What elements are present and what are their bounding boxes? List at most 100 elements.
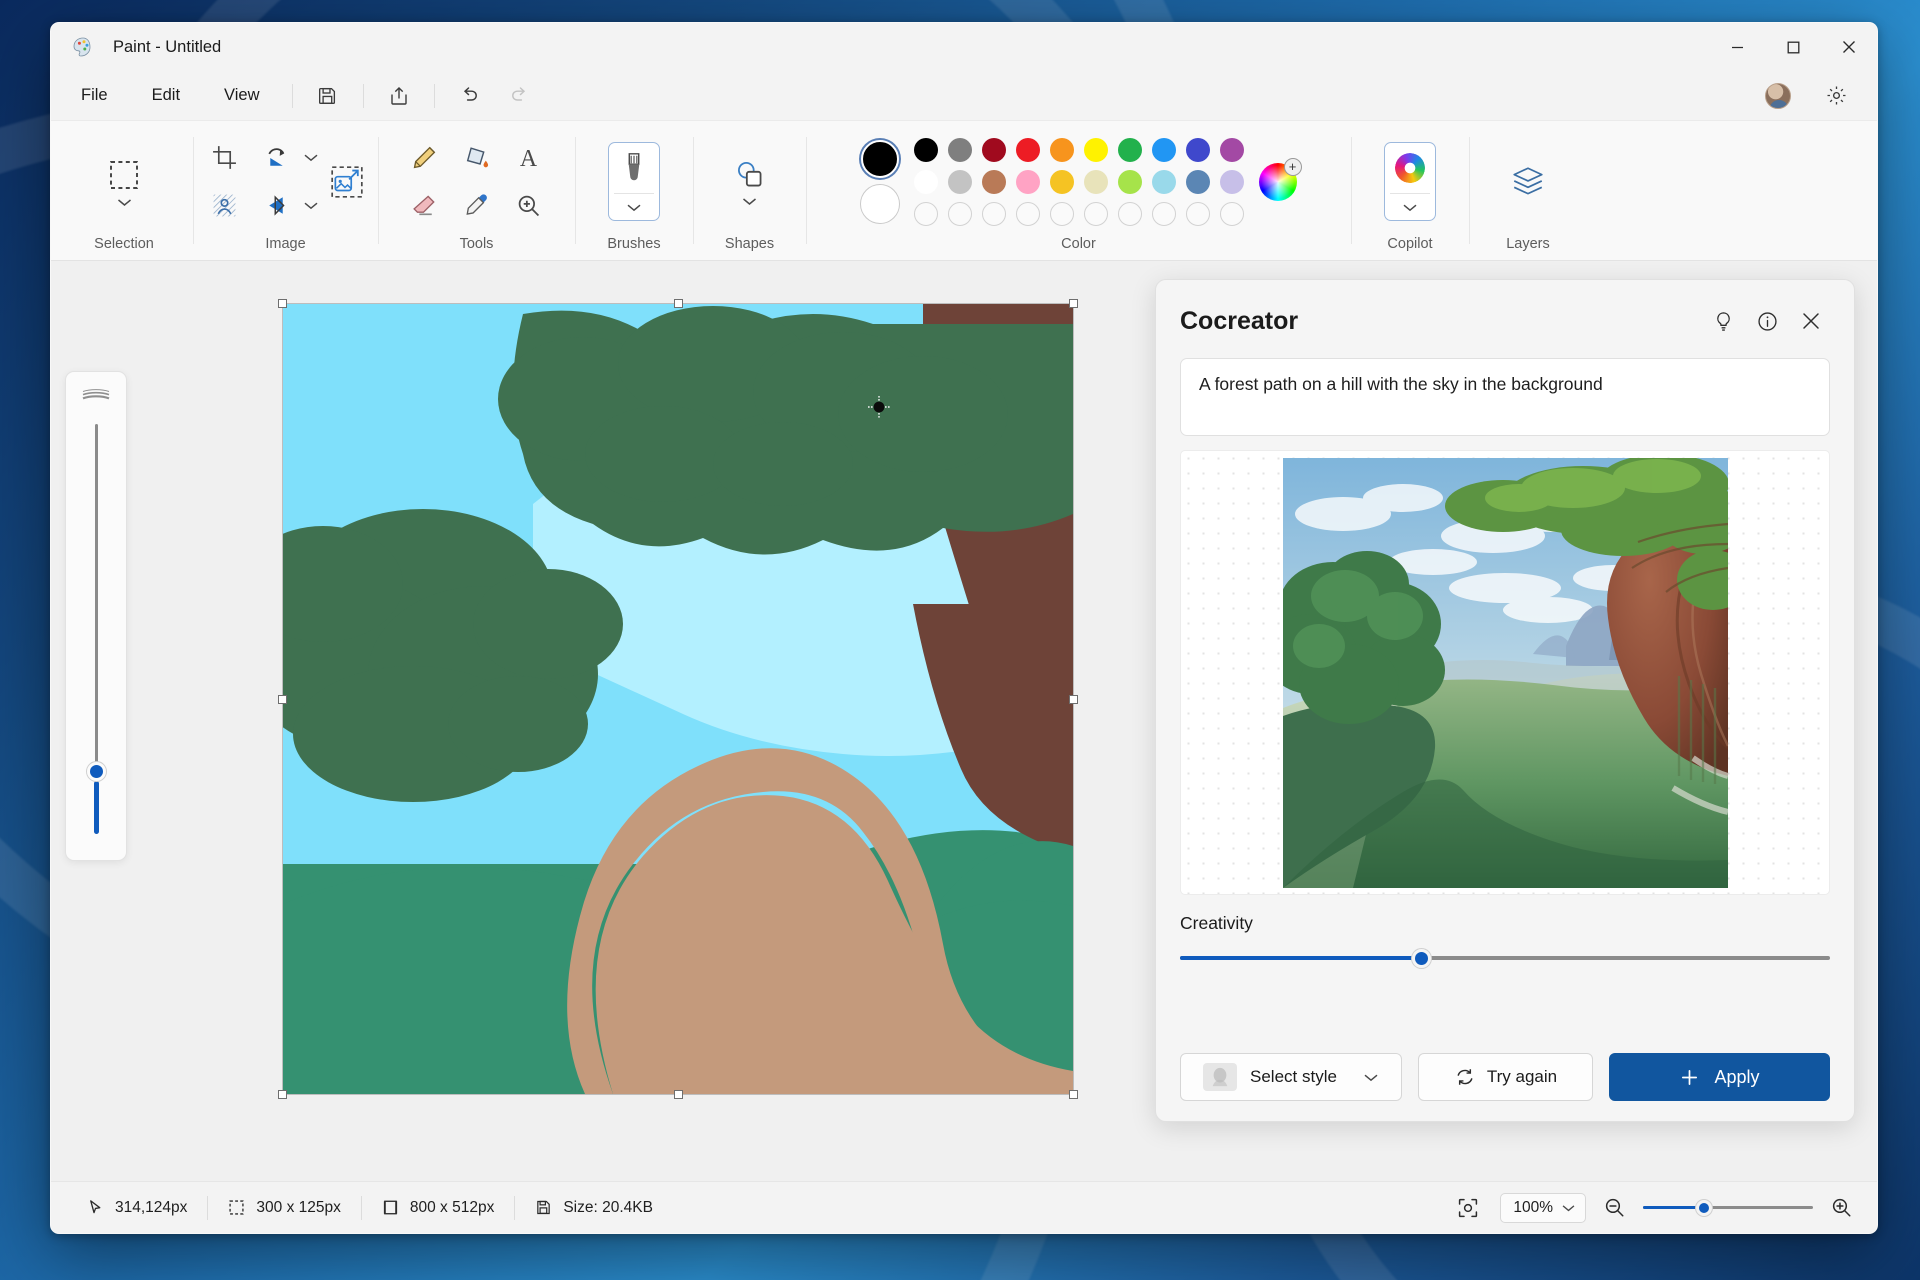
pencil-icon[interactable] (401, 135, 449, 181)
zoom-out-icon[interactable] (1599, 1192, 1630, 1223)
color-swatch-r2-c2[interactable] (947, 169, 972, 194)
drawing-canvas[interactable] (282, 303, 1074, 1095)
color-swatch-r2-c9[interactable] (1185, 169, 1210, 194)
prompt-input[interactable] (1180, 358, 1830, 436)
zoom-slider[interactable] (1643, 1199, 1813, 1217)
selection-tool-button[interactable] (94, 149, 154, 214)
color-swatch-r2-c3[interactable] (981, 169, 1006, 194)
close-button[interactable] (1821, 23, 1877, 71)
copilot-logo-icon (1392, 150, 1428, 186)
color-swatch-r3-c2[interactable] (947, 201, 972, 226)
color-swatch-r3-c5[interactable] (1049, 201, 1074, 226)
menubar-right (1753, 78, 1877, 114)
brush-size-slider[interactable] (86, 424, 106, 834)
crosshair-cursor (868, 396, 890, 418)
chevron-down-icon (1562, 1204, 1575, 1211)
color-swatch-r3-c4[interactable] (1015, 201, 1040, 226)
selection-handle-tl[interactable] (278, 299, 287, 308)
fit-to-screen-icon[interactable] (1449, 1193, 1487, 1223)
cocreator-actions: Select style Try again Apply (1180, 1053, 1830, 1101)
selection-handle-tc[interactable] (674, 299, 683, 308)
color-swatch-r1-c10[interactable] (1219, 137, 1244, 162)
file-size-value: Size: 20.4KB (563, 1198, 653, 1216)
menu-edit[interactable]: Edit (134, 79, 198, 112)
color-swatch-r1-c9[interactable] (1185, 137, 1210, 162)
lightbulb-icon[interactable] (1704, 302, 1742, 340)
apply-button[interactable]: Apply (1609, 1053, 1830, 1101)
color-swatch-r2-c10[interactable] (1219, 169, 1244, 194)
eraser-icon[interactable] (401, 183, 449, 229)
maximize-button[interactable] (1765, 23, 1821, 71)
account-avatar[interactable] (1758, 78, 1798, 114)
ai-generated-preview-image[interactable] (1282, 457, 1728, 888)
fill-bucket-icon[interactable] (453, 135, 501, 181)
color-swatch-r3-c3[interactable] (981, 201, 1006, 226)
eyedropper-icon[interactable] (453, 183, 501, 229)
add-color-icon[interactable]: + (1283, 157, 1302, 176)
primary-color-swatch[interactable] (860, 140, 899, 178)
selection-handle-mr[interactable] (1069, 695, 1078, 704)
current-colors (860, 140, 899, 223)
creativity-slider-thumb[interactable] (1411, 948, 1431, 968)
share-icon[interactable] (379, 78, 419, 114)
resize-image-icon[interactable] (323, 159, 371, 205)
undo-icon[interactable] (450, 78, 490, 114)
zoom-level-dropdown[interactable]: 100% (1500, 1192, 1586, 1223)
color-swatch-r3-c6[interactable] (1083, 201, 1108, 226)
brushes-button[interactable] (608, 142, 660, 221)
selection-handle-br[interactable] (1069, 1090, 1078, 1099)
close-icon[interactable] (1792, 302, 1830, 340)
color-swatch-r2-c6[interactable] (1083, 169, 1108, 194)
cursor-position-value: 314,124px (115, 1198, 188, 1216)
info-icon[interactable] (1748, 302, 1786, 340)
secondary-color-swatch[interactable] (860, 185, 899, 223)
color-swatch-r2-c5[interactable] (1049, 169, 1074, 194)
menu-file[interactable]: File (63, 79, 126, 112)
crop-icon[interactable] (201, 135, 249, 181)
color-swatch-r3-c7[interactable] (1117, 201, 1142, 226)
remove-background-icon[interactable] (201, 183, 249, 229)
text-icon[interactable]: A (505, 135, 553, 181)
color-swatch-r3-c10[interactable] (1219, 201, 1244, 226)
color-swatch-r3-c1[interactable] (913, 201, 938, 226)
selection-handle-bl[interactable] (278, 1090, 287, 1099)
layers-icon[interactable] (1500, 156, 1556, 208)
try-again-button[interactable]: Try again (1418, 1053, 1593, 1101)
save-icon[interactable] (308, 78, 348, 114)
select-style-button[interactable]: Select style (1180, 1053, 1402, 1101)
shapes-button[interactable] (720, 150, 780, 213)
color-swatch-r1-c7[interactable] (1117, 137, 1142, 162)
selection-size-item: 300 x 125px (208, 1193, 360, 1223)
selection-handle-tr[interactable] (1069, 299, 1078, 308)
copilot-button[interactable] (1384, 142, 1436, 221)
group-color: + Color (806, 121, 1351, 260)
creativity-slider[interactable] (1180, 948, 1830, 968)
settings-gear-icon[interactable] (1816, 78, 1856, 114)
color-swatch-r1-c8[interactable] (1151, 137, 1176, 162)
menu-view[interactable]: View (206, 79, 277, 112)
rotate-icon[interactable] (253, 135, 301, 181)
color-swatch-r1-c3[interactable] (981, 137, 1006, 162)
color-swatch-r2-c1[interactable] (913, 169, 938, 194)
zoom-in-icon[interactable] (1826, 1192, 1857, 1223)
color-swatch-r2-c4[interactable] (1015, 169, 1040, 194)
magnifier-icon[interactable] (505, 183, 553, 229)
color-swatch-r1-c6[interactable] (1083, 137, 1108, 162)
selection-handle-ml[interactable] (278, 695, 287, 704)
color-swatch-r2-c7[interactable] (1117, 169, 1142, 194)
zoom-slider-thumb[interactable] (1696, 1199, 1713, 1216)
color-swatch-r1-c1[interactable] (913, 137, 938, 162)
color-swatch-r1-c5[interactable] (1049, 137, 1074, 162)
color-swatch-r3-c8[interactable] (1151, 201, 1176, 226)
selection-handle-bc[interactable] (674, 1090, 683, 1099)
brush-size-thumb[interactable] (86, 761, 106, 781)
color-swatch-r3-c9[interactable] (1185, 201, 1210, 226)
minimize-button[interactable] (1709, 23, 1765, 71)
color-swatch-r1-c2[interactable] (947, 137, 972, 162)
color-wheel-icon[interactable]: + (1258, 157, 1302, 201)
flip-icon[interactable] (253, 183, 301, 229)
color-swatch-r2-c8[interactable] (1151, 169, 1176, 194)
status-bar: 314,124px 300 x 125px 800 x 512px Size: … (51, 1181, 1877, 1233)
color-swatch-r1-c4[interactable] (1015, 137, 1040, 162)
redo-icon[interactable] (500, 78, 540, 114)
